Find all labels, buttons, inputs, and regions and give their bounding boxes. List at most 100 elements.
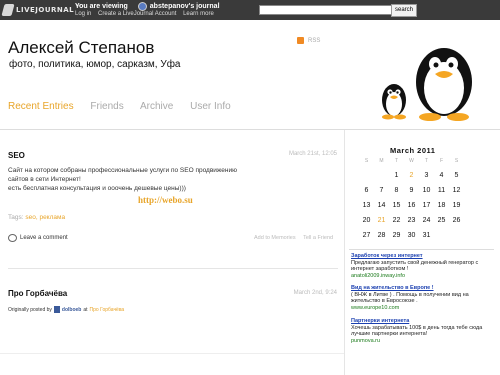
ad-block: Заработок через интернет Предлагаю запус… [351,253,478,279]
calendar-week: 6 7 8 9 10 11 12 [359,187,479,194]
calendar-title: March 2011 [390,146,436,155]
login-link[interactable]: Log in [75,11,91,17]
tags-label: Tags: [8,214,24,221]
tab-user-info[interactable]: User Info [190,101,231,112]
tab-friends[interactable]: Friends [90,101,123,112]
rss-link[interactable]: RSS [297,37,320,44]
weekday: M [379,158,384,164]
calendar-day: 25 [437,217,446,224]
ad-url[interactable]: anatoli2009.inway.info [351,273,478,280]
ad-block: Партнерки интернета Хочешь зарабатывать … [351,318,482,344]
ad-url[interactable]: www.europe10.com [351,305,469,312]
add-to-memories-link[interactable]: Add to Memories [254,235,296,241]
create-account-link[interactable]: Create a LiveJournal Account [98,11,176,17]
calendar-day: 15 [392,202,401,209]
post-date[interactable]: March 2nd, 9:24 [237,290,337,296]
tags-list[interactable]: seo, реклама [25,214,65,221]
search-button[interactable]: search [391,4,417,17]
calendar-divider [349,249,494,250]
calendar-day: 9 [409,187,414,194]
calendar-day: 3 [424,172,429,179]
post-link[interactable]: http://webo.su [138,195,193,205]
calendar-day: 24 [422,217,431,224]
tab-archive[interactable]: Archive [140,101,173,112]
post-body-line: есть бесплатная консультация и ооочень д… [8,185,186,192]
weekday: T [424,158,429,164]
calendar-day [434,232,449,239]
weekday: F [439,158,444,164]
calendar-week: 20 21 22 23 24 25 26 [359,217,479,224]
calendar-day: 29 [392,232,401,239]
penguins-illustration [382,48,472,121]
small-penguin-icon [382,84,406,120]
calendar-day[interactable]: 2 [404,172,419,179]
leave-comment-link[interactable]: Leave a comment [8,234,68,242]
bottom-divider [0,353,344,354]
post-title[interactable]: Про Горбачёва [8,289,67,298]
calendar-day: 26 [452,217,461,224]
rss-icon [297,37,304,44]
weekday: T [394,158,399,164]
ad-url[interactable]: punmova.ru [351,338,482,345]
weekday: W [409,158,414,164]
calendar-day[interactable]: 21 [374,217,389,224]
calendar-day: 27 [362,232,371,239]
viewing-info: You are viewing abstepanov's journal [75,2,220,11]
calendar-day [449,232,464,239]
journal-title: Алексей Степанов [8,38,155,57]
viewing-user[interactable]: abstepanov's journal [150,3,220,10]
column-divider [344,130,345,375]
learn-more-link[interactable]: Learn more [183,11,214,17]
leave-comment-label: Leave a comment [20,235,68,241]
calendar-day: 31 [422,232,431,239]
tab-recent-entries[interactable]: Recent Entries [8,101,74,112]
calendar-weekdays: S M T W T F S [359,158,479,164]
calendar-day: 23 [407,217,416,224]
calendar-day: 12 [452,187,461,194]
calendar-day: 8 [394,187,399,194]
orig-user[interactable]: dolboeb [62,307,81,313]
lj-pencil-icon [1,4,15,16]
user-icon[interactable] [53,306,60,313]
calendar-week: 13 14 15 16 17 18 19 [359,202,479,209]
post-tags: Tags: seo, реклама [8,214,65,221]
weekday: S [454,158,459,164]
comment-icon [8,234,17,242]
calendar-day: 6 [364,187,369,194]
calendar-day: 14 [377,202,386,209]
livejournal-logo[interactable]: LIVEJOURNAL ™ [1,3,80,17]
calendar-day: 16 [407,202,416,209]
calendar-day: 30 [407,232,416,239]
top-links: Log in Create a LiveJournal Account Lear… [75,11,219,17]
calendar-day: 28 [377,232,386,239]
header-divider [0,129,500,130]
orig-suffix: at [83,306,88,313]
calendar-day: 7 [379,187,384,194]
tell-a-friend-link[interactable]: Tell a Friend [303,235,333,241]
calendar-day [359,172,374,179]
originally-posted: Originally posted by dolboeb at Про Горб… [8,306,124,313]
post-title[interactable]: SEO [8,151,25,160]
top-bar: LIVEJOURNAL ™ You are viewing abstepanov… [0,0,500,20]
big-penguin-icon [416,48,472,121]
orig-post-link[interactable]: Про Горбачёва [90,307,125,313]
post-separator [8,268,338,269]
user-icon[interactable] [137,2,147,11]
ad-block: Вид на жительство в Европе ! ( ВНЖ в Лит… [351,285,469,311]
search-input[interactable] [259,5,393,15]
calendar-day: 19 [452,202,461,209]
calendar-day: 10 [422,187,431,194]
post-body: Сайт на котором собраны профессиональные… [8,166,308,193]
calendar-day: 18 [437,202,446,209]
orig-prefix: Originally posted by [8,306,52,313]
calendar-day: 5 [454,172,459,179]
calendar-day: 1 [394,172,399,179]
logo-text: LIVEJOURNAL [16,6,75,14]
journal-subtitle: фото, политика, юмор, сарказм, Уфа [9,59,181,70]
journal-nav: Recent Entries Friends Archive User Info [8,101,245,112]
calendar-week: 27 28 29 30 31 [359,232,479,239]
post-date[interactable]: March 21st, 12:05 [237,151,337,157]
rss-label: RSS [308,37,321,44]
viewing-label: You are viewing [75,3,128,10]
post-actions: Add to Memories Tell a Friend [248,235,333,241]
